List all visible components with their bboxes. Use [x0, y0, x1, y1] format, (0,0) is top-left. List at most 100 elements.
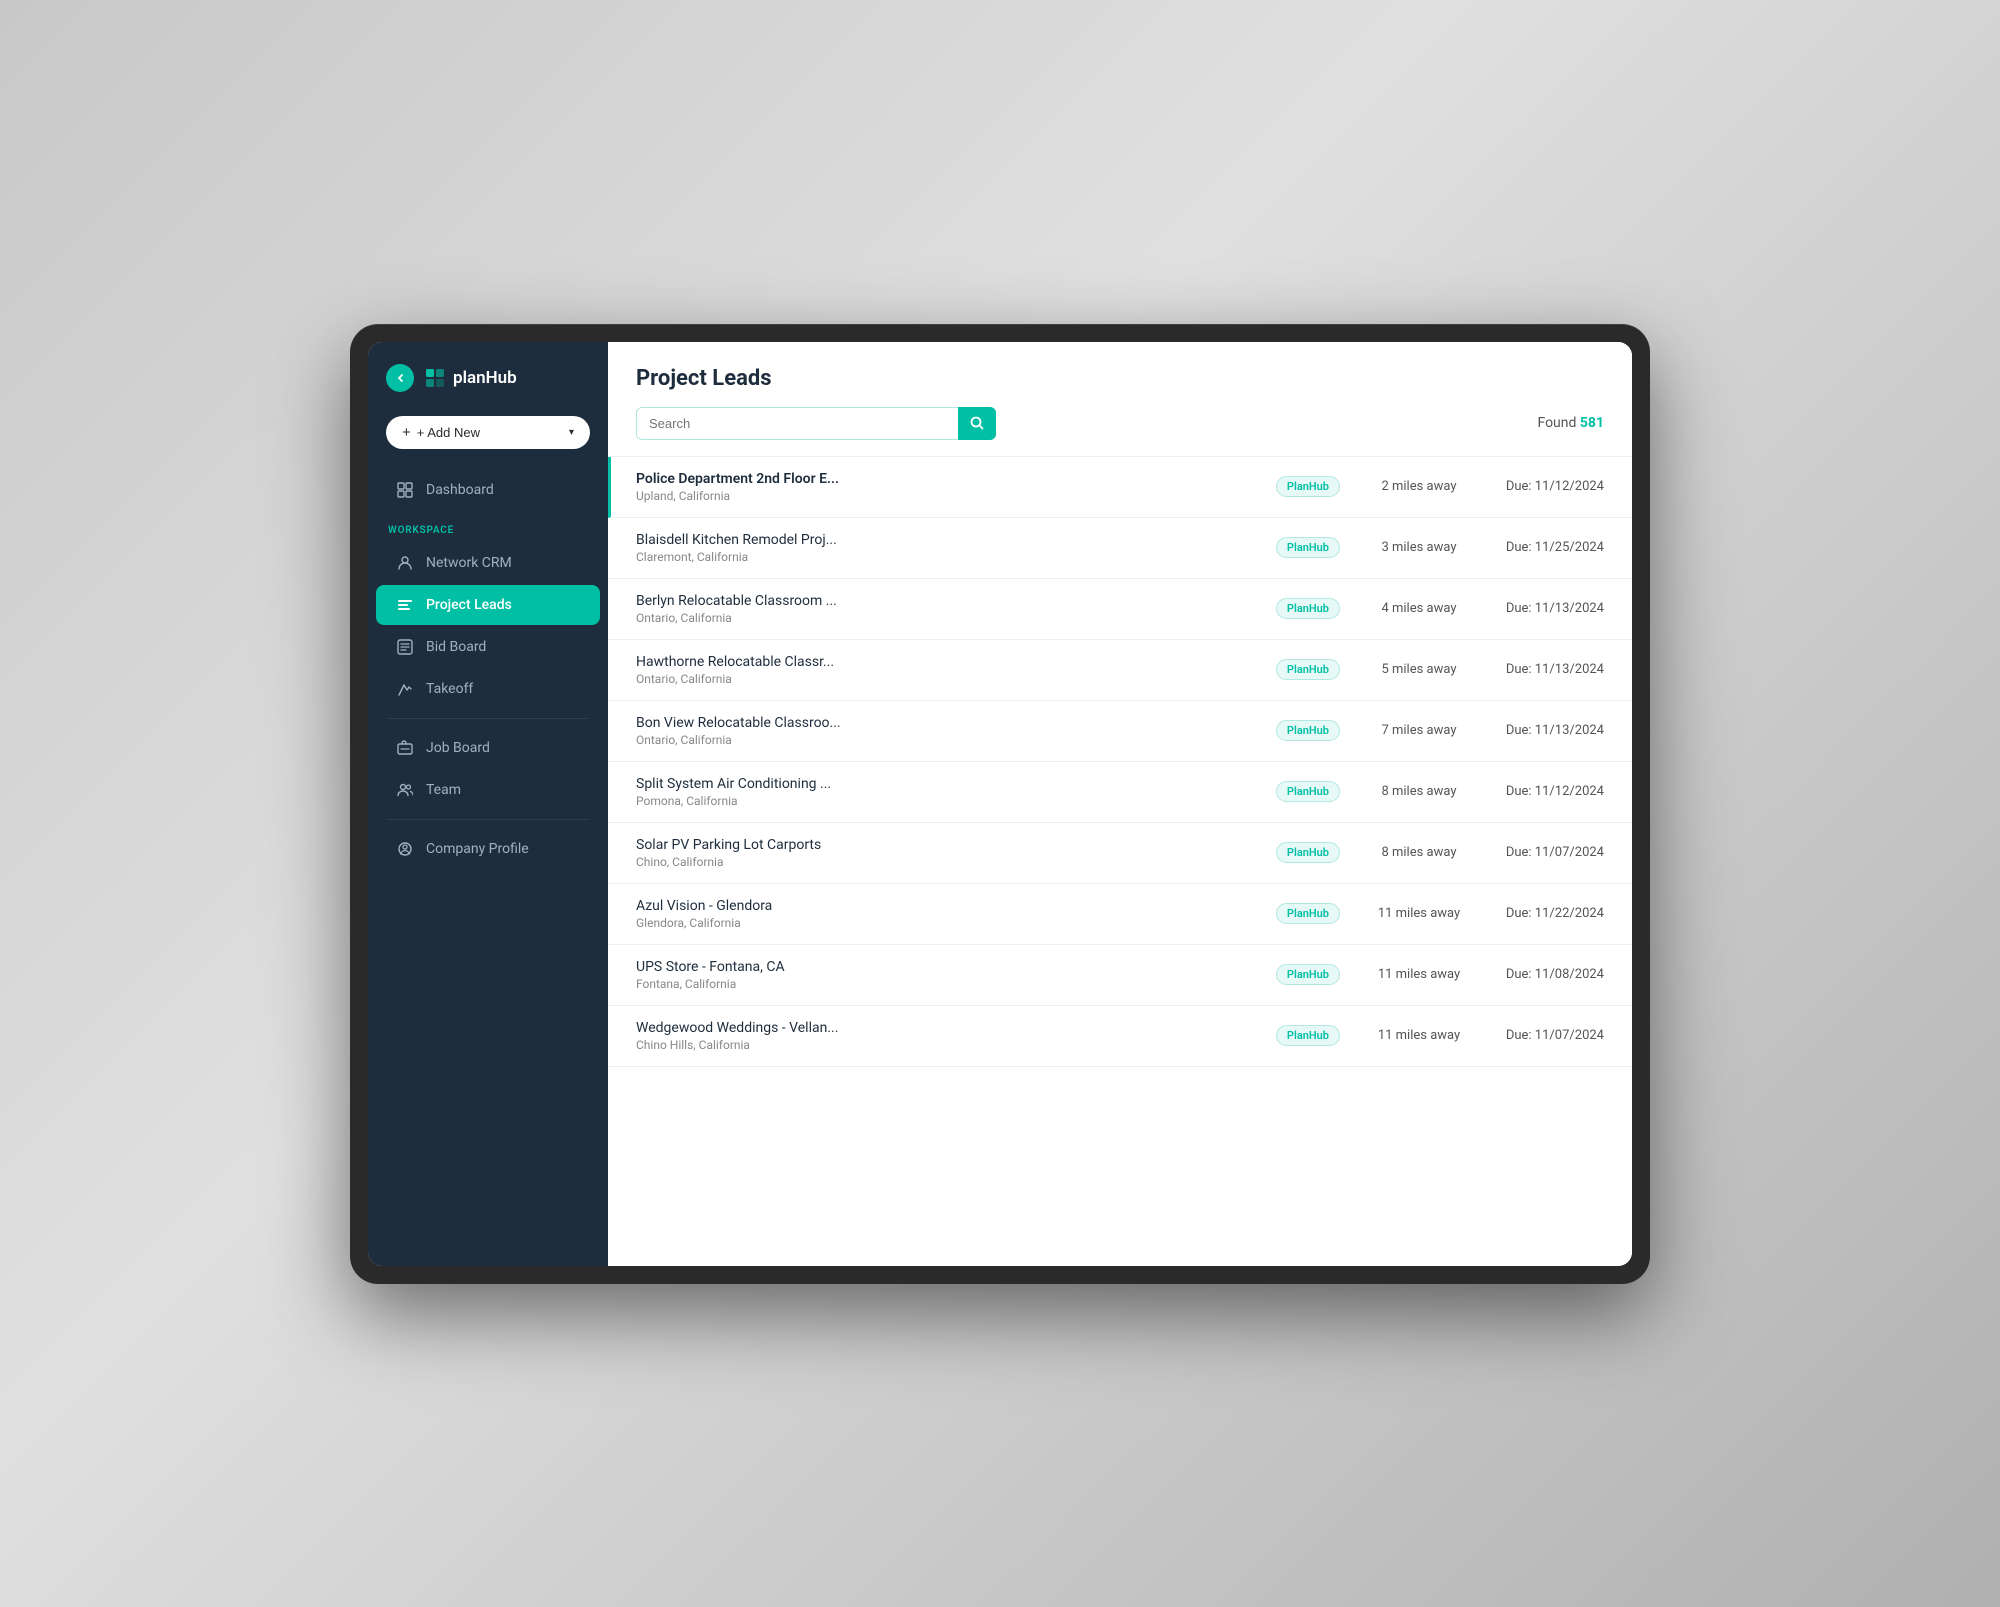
distance-text: 3 miles away: [1364, 540, 1474, 555]
source-badge: PlanHub: [1276, 964, 1340, 985]
app-name: planHub: [453, 368, 517, 388]
project-name: Blaisdell Kitchen Remodel Proj...: [636, 532, 1252, 548]
project-location: Chino Hills, California: [636, 1038, 1252, 1052]
search-wrapper: [636, 407, 996, 440]
sidebar-item-project-leads[interactable]: Project Leads: [376, 585, 600, 625]
sidebar-item-team-label: Team: [426, 782, 461, 798]
project-location: Claremont, California: [636, 550, 1252, 564]
table-row[interactable]: Split System Air Conditioning ... Pomona…: [608, 762, 1632, 823]
project-location: Ontario, California: [636, 733, 1252, 747]
job-board-icon: [396, 739, 414, 757]
table-row[interactable]: Blaisdell Kitchen Remodel Proj... Clarem…: [608, 518, 1632, 579]
sidebar: planHub + + Add New ▾ Dashboar: [368, 342, 608, 1266]
due-date: Due: 11/12/2024: [1474, 479, 1604, 494]
project-name: Hawthorne Relocatable Classr...: [636, 654, 1252, 670]
sidebar-item-dashboard-label: Dashboard: [426, 482, 494, 498]
source-badge: PlanHub: [1276, 842, 1340, 863]
sidebar-item-project-leads-label: Project Leads: [426, 597, 512, 613]
project-leads-icon: [396, 596, 414, 614]
table-row[interactable]: Azul Vision - Glendora Glendora, Califor…: [608, 884, 1632, 945]
add-new-button[interactable]: + + Add New ▾: [386, 416, 590, 449]
distance-text: 7 miles away: [1364, 723, 1474, 738]
sidebar-item-job-board[interactable]: Job Board: [376, 728, 600, 768]
distance-text: 4 miles away: [1364, 601, 1474, 616]
project-info: Solar PV Parking Lot Carports Chino, Cal…: [636, 837, 1252, 869]
distance-text: 2 miles away: [1364, 479, 1474, 494]
company-profile-icon: [396, 840, 414, 858]
table-row[interactable]: Hawthorne Relocatable Classr... Ontario,…: [608, 640, 1632, 701]
search-input[interactable]: [636, 407, 996, 440]
device-frame: planHub + + Add New ▾ Dashboar: [350, 324, 1650, 1284]
sidebar-item-company-profile[interactable]: Company Profile: [376, 829, 600, 869]
project-name: Split System Air Conditioning ...: [636, 776, 1252, 792]
nav-divider-1: [388, 718, 588, 719]
source-badge: PlanHub: [1276, 476, 1340, 497]
sidebar-item-takeoff[interactable]: Takeoff: [376, 669, 600, 709]
source-badge: PlanHub: [1276, 781, 1340, 802]
nav-divider-2: [388, 819, 588, 820]
source-badge: PlanHub: [1276, 1025, 1340, 1046]
search-button[interactable]: [958, 407, 996, 440]
source-badge: PlanHub: [1276, 659, 1340, 680]
page-title: Project Leads: [636, 366, 1604, 391]
table-row[interactable]: UPS Store - Fontana, CA Fontana, Califor…: [608, 945, 1632, 1006]
distance-text: 11 miles away: [1364, 906, 1474, 921]
sidebar-item-takeoff-label: Takeoff: [426, 681, 473, 697]
search-bar-row: Found 581: [608, 407, 1632, 457]
team-icon: [396, 781, 414, 799]
sidebar-item-network-crm[interactable]: Network CRM: [376, 543, 600, 583]
project-info: UPS Store - Fontana, CA Fontana, Califor…: [636, 959, 1252, 991]
distance-text: 8 miles away: [1364, 845, 1474, 860]
due-date: Due: 11/12/2024: [1474, 784, 1604, 799]
source-badge: PlanHub: [1276, 720, 1340, 741]
source-badge: PlanHub: [1276, 598, 1340, 619]
source-badge: PlanHub: [1276, 903, 1340, 924]
project-info: Berlyn Relocatable Classroom ... Ontario…: [636, 593, 1252, 625]
project-info: Blaisdell Kitchen Remodel Proj... Clarem…: [636, 532, 1252, 564]
due-date: Due: 11/13/2024: [1474, 723, 1604, 738]
sidebar-item-company-profile-label: Company Profile: [426, 841, 529, 857]
project-location: Glendora, California: [636, 916, 1252, 930]
sidebar-item-dashboard[interactable]: Dashboard: [376, 470, 600, 510]
project-info: Police Department 2nd Floor E... Upland,…: [636, 471, 1252, 503]
dashboard-icon: [396, 481, 414, 499]
takeoff-icon: [396, 680, 414, 698]
project-location: Pomona, California: [636, 794, 1252, 808]
table-row[interactable]: Berlyn Relocatable Classroom ... Ontario…: [608, 579, 1632, 640]
leads-table: Police Department 2nd Floor E... Upland,…: [608, 457, 1632, 1266]
project-info: Hawthorne Relocatable Classr... Ontario,…: [636, 654, 1252, 686]
project-info: Wedgewood Weddings - Vellan... Chino Hil…: [636, 1020, 1252, 1052]
app-logo: planHub: [424, 367, 517, 389]
project-location: Chino, California: [636, 855, 1252, 869]
network-crm-icon: [396, 554, 414, 572]
project-name: Solar PV Parking Lot Carports: [636, 837, 1252, 853]
sidebar-item-network-crm-label: Network CRM: [426, 555, 512, 571]
device-screen: planHub + + Add New ▾ Dashboar: [368, 342, 1632, 1266]
project-name: Azul Vision - Glendora: [636, 898, 1252, 914]
table-row[interactable]: Solar PV Parking Lot Carports Chino, Cal…: [608, 823, 1632, 884]
due-date: Due: 11/25/2024: [1474, 540, 1604, 555]
project-location: Fontana, California: [636, 977, 1252, 991]
project-location: Ontario, California: [636, 611, 1252, 625]
project-location: Upland, California: [636, 489, 1252, 503]
due-date: Due: 11/22/2024: [1474, 906, 1604, 921]
table-row[interactable]: Police Department 2nd Floor E... Upland,…: [608, 457, 1632, 518]
workspace-section-label: WORKSPACE: [368, 511, 608, 542]
sidebar-item-team[interactable]: Team: [376, 770, 600, 810]
distance-text: 11 miles away: [1364, 967, 1474, 982]
table-row[interactable]: Wedgewood Weddings - Vellan... Chino Hil…: [608, 1006, 1632, 1067]
chevron-down-icon: ▾: [569, 427, 574, 438]
due-date: Due: 11/07/2024: [1474, 1028, 1604, 1043]
main-content: Project Leads Found 581: [608, 342, 1632, 1266]
due-date: Due: 11/08/2024: [1474, 967, 1604, 982]
sidebar-item-bid-board[interactable]: Bid Board: [376, 627, 600, 667]
project-info: Azul Vision - Glendora Glendora, Califor…: [636, 898, 1252, 930]
table-row[interactable]: Bon View Relocatable Classroo... Ontario…: [608, 701, 1632, 762]
project-location: Ontario, California: [636, 672, 1252, 686]
sidebar-item-job-board-label: Job Board: [426, 740, 490, 756]
back-button[interactable]: [386, 364, 414, 392]
source-badge: PlanHub: [1276, 537, 1340, 558]
distance-text: 8 miles away: [1364, 784, 1474, 799]
found-count-text: Found 581: [1537, 415, 1604, 431]
logo-icon: [424, 367, 446, 389]
